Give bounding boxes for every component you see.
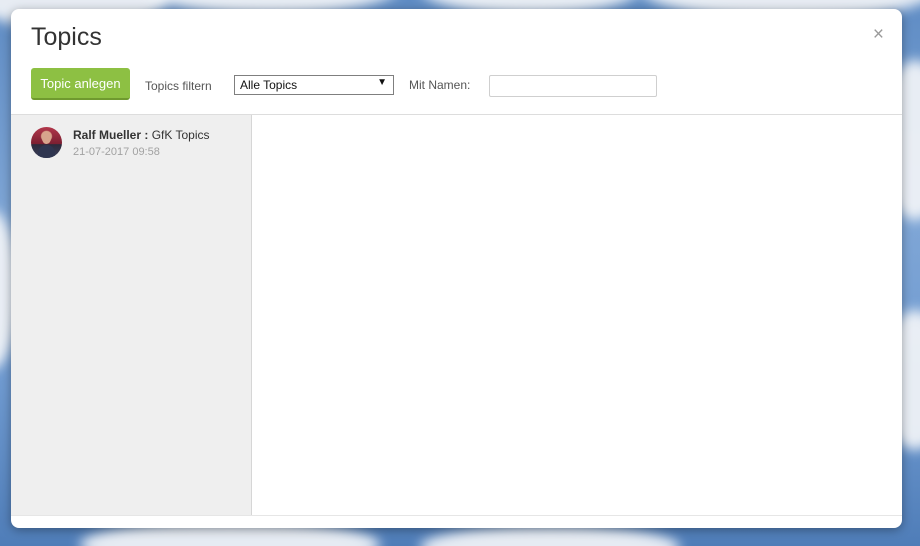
- topic-list: Ralf Mueller : GfK Topics 21-07-2017 09:…: [11, 115, 252, 515]
- close-icon[interactable]: ×: [873, 25, 884, 44]
- footer-divider: [11, 515, 902, 516]
- topic-title: Ralf Mueller : GfK Topics: [73, 128, 210, 142]
- avatar: [31, 127, 62, 158]
- modal-title: Topics: [31, 23, 102, 51]
- toolbar: Topic anlegen Topics filtern Alle Topics…: [31, 68, 882, 102]
- name-filter-input[interactable]: [489, 75, 657, 97]
- topic-name: GfK Topics: [151, 128, 210, 142]
- list-item[interactable]: Ralf Mueller : GfK Topics 21-07-2017 09:…: [11, 115, 251, 171]
- filter-label: Topics filtern: [145, 79, 212, 93]
- topic-detail-pane: [252, 115, 902, 515]
- topic-author: Ralf Mueller :: [73, 128, 149, 142]
- topic-timestamp: 21-07-2017 09:58: [73, 146, 160, 158]
- topic-filter-select[interactable]: Alle Topics ▼: [234, 75, 394, 95]
- create-topic-button[interactable]: Topic anlegen: [31, 68, 130, 100]
- chevron-down-icon: ▼: [377, 77, 387, 88]
- topics-modal: Topics × Topic anlegen Topics filtern Al…: [11, 9, 902, 528]
- topic-filter-value: Alle Topics: [240, 78, 298, 92]
- name-filter-label: Mit Namen:: [409, 78, 471, 92]
